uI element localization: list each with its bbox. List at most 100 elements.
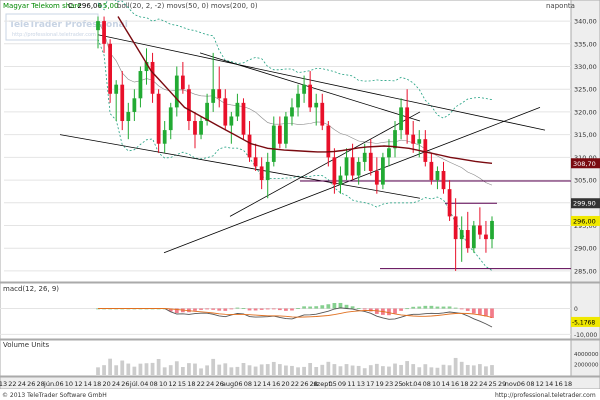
volume-bar — [459, 361, 464, 375]
candle-body — [296, 93, 300, 108]
candle-body — [259, 166, 264, 181]
price-tick-label: 285,00 — [574, 267, 597, 275]
candle-body — [447, 189, 452, 217]
volume-bar — [199, 368, 203, 375]
price-tick-label: 330,00 — [574, 63, 597, 71]
candle-body — [174, 75, 179, 108]
volume-bar — [284, 365, 288, 375]
candle-body — [235, 102, 240, 117]
price-tag-label: 308,70 — [573, 160, 596, 168]
time-tick-label: 12 — [253, 380, 261, 388]
candle-body — [290, 107, 294, 117]
candle-body — [162, 130, 167, 144]
macd-histogram-bar — [399, 308, 403, 311]
candle-body — [387, 148, 391, 158]
candle-body — [120, 84, 125, 122]
footer-url: http://professional.teletrader.com — [495, 392, 596, 399]
candle-body — [477, 225, 482, 235]
candle-body — [126, 111, 131, 122]
macd-histogram-bar — [471, 308, 476, 314]
time-tick-label: 18 — [460, 380, 468, 388]
price-tick-label: 315,00 — [574, 131, 597, 139]
macd-histogram-bar — [484, 308, 488, 317]
macd-histogram-bar — [453, 307, 458, 309]
candle-body — [459, 230, 464, 240]
candle-body — [199, 121, 203, 135]
price-tick-label: 340,00 — [574, 18, 597, 26]
candle-body — [374, 170, 379, 185]
volume-bar — [453, 357, 458, 375]
time-tick-label: 20 — [102, 380, 110, 388]
volume-bar — [211, 358, 216, 375]
volume-bar — [399, 364, 403, 375]
macd-histogram-bar — [199, 308, 203, 310]
macd-tick-label: -10,000 — [574, 332, 597, 339]
macd-histogram-bar — [235, 307, 240, 309]
volume-bar — [229, 367, 234, 375]
price-change: +5,00 — [97, 2, 118, 10]
volume-bar — [120, 360, 125, 375]
time-tick-label: 12 — [168, 380, 176, 388]
time-tick-label: 06 — [234, 380, 242, 388]
candle-body — [187, 89, 191, 122]
candle-body — [265, 161, 270, 181]
volume-bar — [265, 364, 270, 375]
macd-histogram-bar — [241, 308, 246, 309]
volume-bar — [156, 359, 161, 375]
time-tick-label: 04 — [140, 380, 148, 388]
candle-body — [223, 98, 228, 126]
macd-histogram-bar — [405, 308, 410, 310]
macd-histogram-bar — [290, 308, 294, 311]
macd-histogram-bar — [302, 306, 306, 309]
volume-bar — [490, 365, 494, 375]
time-tick-label: 22 — [470, 380, 478, 388]
candle-body — [114, 84, 119, 94]
volume-bar — [484, 366, 488, 375]
candle-body — [465, 230, 470, 249]
candle-body — [484, 234, 488, 240]
candle-body — [320, 102, 325, 126]
time-tick-label: 08 — [526, 380, 534, 388]
volume-bar — [302, 366, 306, 375]
candle-body — [271, 125, 276, 162]
candle-body — [168, 107, 173, 131]
macd-histogram-bar — [265, 308, 270, 310]
time-tick-label: 04 — [413, 380, 421, 388]
time-tick-label: jún. — [43, 380, 56, 388]
price-tick-label: 290,00 — [574, 245, 597, 253]
volume-bar — [150, 362, 155, 375]
indicator-list: boll(20, 2, -2) movs(50, 0) movs(200, 0) — [117, 2, 258, 10]
volume-bar — [247, 365, 252, 375]
time-tick-label: 13 — [357, 380, 365, 388]
volume-bar — [114, 365, 119, 375]
macd-histogram-bar — [447, 306, 452, 309]
macd-histogram-bar — [435, 306, 440, 309]
candle-body — [429, 161, 434, 181]
volume-bar — [381, 366, 385, 375]
volume-bar — [471, 365, 476, 375]
volume-bar — [296, 367, 300, 375]
time-tick-label: 06 — [55, 380, 63, 388]
candle-body — [356, 161, 361, 176]
time-tick-label: 16 — [451, 380, 459, 388]
volume-bar — [314, 367, 319, 375]
time-tick-label: 14 — [263, 380, 271, 388]
macd-histogram-bar — [350, 306, 355, 309]
candle-body — [362, 152, 367, 162]
candle-body — [490, 220, 494, 240]
candle-body — [368, 152, 373, 171]
volume-bar — [356, 365, 361, 375]
volume-label: Volume Units — [3, 341, 50, 349]
macd-histogram-bar — [271, 308, 276, 310]
volume-bar — [405, 361, 410, 375]
time-tick-label: 22 — [8, 380, 16, 388]
macd-histogram-bar — [296, 308, 300, 309]
macd-histogram-bar — [326, 304, 331, 309]
time-tick-label: 08 — [244, 380, 252, 388]
candle-body — [132, 98, 137, 112]
volume-bar — [393, 363, 397, 375]
candle-body — [308, 84, 313, 108]
candle-body — [332, 157, 337, 185]
volume-bar — [362, 368, 367, 375]
candle-body — [211, 89, 216, 103]
